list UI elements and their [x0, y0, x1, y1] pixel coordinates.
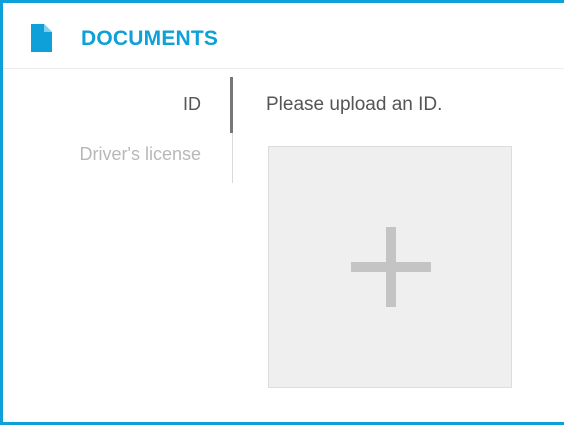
upload-dropzone[interactable] [268, 146, 512, 388]
active-tab-indicator [230, 77, 233, 133]
tab-id[interactable]: ID [183, 93, 201, 115]
upload-instruction: Please upload an ID. [266, 94, 443, 115]
tab-divider [232, 133, 233, 183]
panel-header: DOCUMENTS [3, 3, 564, 69]
tab-drivers-license[interactable]: Driver's license [80, 143, 201, 165]
page-title: DOCUMENTS [81, 27, 219, 50]
documents-panel: DOCUMENTS ID Driver's license Please upl… [0, 0, 564, 425]
document-type-tabs: ID Driver's license [3, 77, 233, 187]
document-icon [31, 24, 52, 52]
